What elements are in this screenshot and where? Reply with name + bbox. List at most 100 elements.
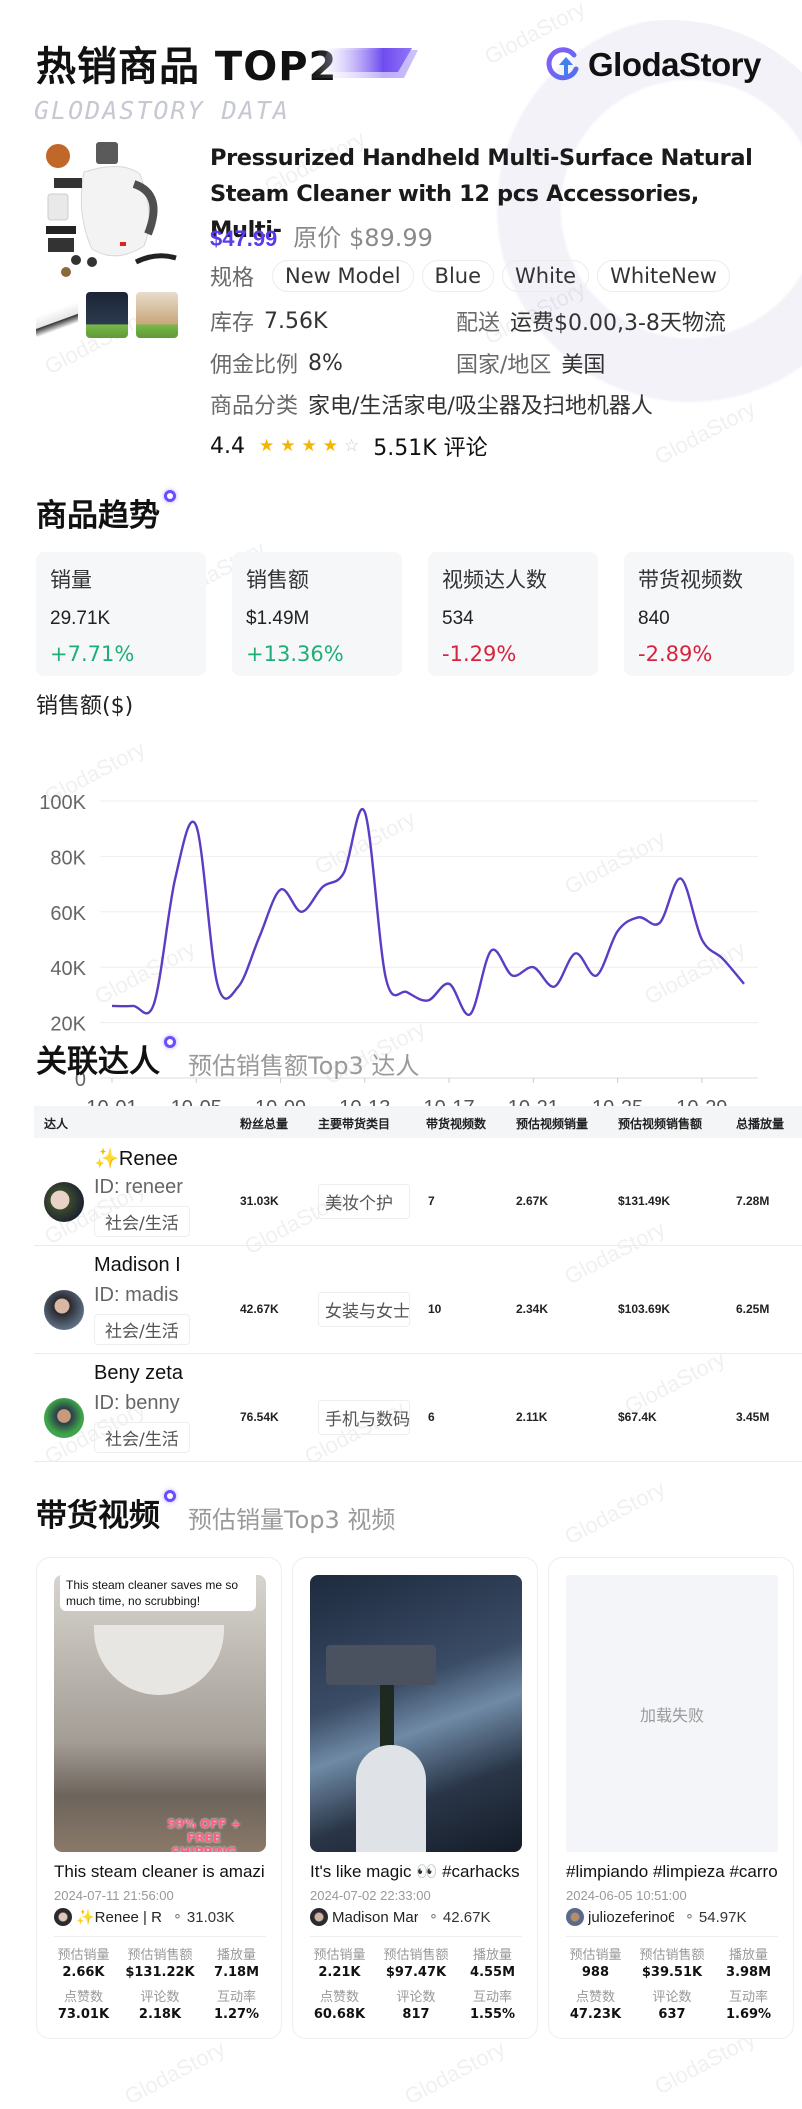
est-sales-value: 2.66K xyxy=(62,1965,105,1980)
column-header[interactable]: 粉丝总量 xyxy=(240,1115,288,1132)
commission-row: 佣金比例 8% xyxy=(210,347,343,379)
column-header[interactable]: 预估视频销售额 xyxy=(618,1115,702,1132)
stat-label: 评论数 xyxy=(652,1990,692,2005)
creator-avatar[interactable] xyxy=(44,1182,84,1222)
creator-name[interactable]: Beny zeta xyxy=(94,1362,186,1385)
region-row: 国家/地区 美国 xyxy=(456,347,605,379)
video-card[interactable]: It's like magic 👀 #carhacks 2024-07-02 2… xyxy=(292,1557,538,2039)
page-subtitle: GLODASTORY DATA xyxy=(34,96,290,125)
est-sales-value: 2.21K xyxy=(318,1965,361,1980)
data-point xyxy=(405,990,409,994)
category-row: 商品分类 家电/生活家电/吸尘器及扫地机器人 xyxy=(210,388,653,420)
video-title[interactable]: It's like magic 👀 #carhacks xyxy=(310,1862,522,1882)
creator-row[interactable]: Madison I ID: madis 社会/生活 42.67K 女装与女士 1… xyxy=(34,1246,802,1354)
author-fans: ⚬ 42.67K xyxy=(428,1909,490,1926)
product-main-image[interactable] xyxy=(36,134,186,284)
creator-plays: 7.28M xyxy=(736,1194,770,1208)
data-point xyxy=(363,810,367,814)
column-header[interactable]: 预估视频销量 xyxy=(516,1115,588,1132)
product-thumbnail[interactable] xyxy=(86,292,128,338)
cover-caption-bottom: 59% OFF + FREE SHIPPING xyxy=(167,1817,241,1852)
creator-id: ID: benny xyxy=(94,1392,180,1414)
author-name[interactable]: juliozeferino6 xyxy=(588,1909,674,1926)
spec-option[interactable]: Blue xyxy=(421,260,495,292)
spec-label: 规格 xyxy=(210,266,255,291)
star-empty-icon: ☆ xyxy=(344,436,360,456)
creator-videos: 10 xyxy=(428,1302,442,1316)
creator-tag: 社会/生活 xyxy=(94,1422,190,1453)
likes-value: 47.23K xyxy=(569,2007,622,2022)
video-title[interactable]: This steam cleaner is amazi xyxy=(54,1862,266,1882)
creator-avatar[interactable] xyxy=(44,1398,84,1438)
video-card[interactable]: 加载失败 #limpiando #limpieza #carro 2024-06… xyxy=(548,1557,794,2039)
author-avatar[interactable] xyxy=(310,1908,328,1926)
watermark-text: GlodaStory xyxy=(120,2035,230,2109)
column-header[interactable]: 主要带货类目 xyxy=(318,1115,390,1132)
region-label: 国家/地区 xyxy=(456,353,552,378)
y-tick-label: 100K xyxy=(39,792,86,814)
creator-name[interactable]: ✨Renee xyxy=(94,1146,186,1171)
y-tick-label: 80K xyxy=(50,847,86,869)
author-avatar[interactable] xyxy=(54,1908,72,1926)
author-avatar[interactable] xyxy=(566,1908,584,1926)
creator-videos: 6 xyxy=(428,1410,435,1424)
spec-option[interactable]: New Model xyxy=(272,260,414,292)
data-point xyxy=(679,877,683,881)
creators-table-header: 达人 粉丝总量 主要带货类目 带货视频数 预估视频销量 预估视频销售额 总播放量 xyxy=(34,1106,802,1138)
brand-logo: GlodaStory xyxy=(546,46,761,84)
data-point xyxy=(257,935,261,939)
engagement-value: 1.69% xyxy=(725,2007,772,2022)
user-icon: ⚬ xyxy=(428,1909,439,1924)
video-stats: 预估销量 预估销售额 播放量 2.66K $131.22K 7.18M 点赞数 … xyxy=(47,1944,273,2026)
category-value: 家电/生活家电/吸尘器及扫地机器人 xyxy=(308,394,653,419)
watermark-text: GlodaStory xyxy=(400,2035,510,2109)
stat-label: 销量 xyxy=(50,568,92,592)
column-header[interactable]: 总播放量 xyxy=(736,1115,784,1132)
star-filled-icon: ★ xyxy=(259,436,275,456)
review-count: 5.51K 评论 xyxy=(373,436,488,461)
product-thumbnail[interactable] xyxy=(36,292,78,338)
est-revenue-value: $97.47K xyxy=(385,1965,447,1980)
videos-section-title: 带货视频 xyxy=(36,1498,160,1534)
video-cover[interactable] xyxy=(310,1575,522,1852)
engagement-value: 1.27% xyxy=(213,2007,260,2022)
column-header[interactable]: 带货视频数 xyxy=(426,1115,486,1132)
shipping-row: 配送 运费$0.00,3-8天物流 xyxy=(456,305,726,337)
divider xyxy=(54,1936,266,1937)
video-cover[interactable]: This steam cleaner saves me so much time… xyxy=(54,1575,266,1852)
stat-label: 预估销量 xyxy=(569,1948,622,1963)
videos-section-subtitle: 预估销量Top3 视频 xyxy=(188,1506,396,1534)
author-name[interactable]: Madison Mars xyxy=(332,1909,418,1926)
video-cover-failed[interactable]: 加载失败 xyxy=(566,1575,778,1852)
plays-value: 7.18M xyxy=(214,1965,260,1980)
shipping-value: 运费$0.00,3-8天物流 xyxy=(510,311,726,336)
creator-category: 女装与女士 xyxy=(318,1292,410,1327)
column-header[interactable]: 达人 xyxy=(44,1115,68,1132)
creator-name[interactable]: Madison I xyxy=(94,1254,186,1277)
stat-label: 点赞数 xyxy=(63,1990,103,2005)
current-price: $47.99 xyxy=(210,226,278,251)
stat-label: 播放量 xyxy=(217,1948,257,1963)
creator-fans: 42.67K xyxy=(240,1302,279,1316)
creator-avatar[interactable] xyxy=(44,1290,84,1330)
stock-value: 7.56K xyxy=(264,308,328,334)
stat-label: 互动率 xyxy=(473,1990,513,2005)
plays-value: 4.55M xyxy=(470,1965,516,1980)
est-revenue-value: $39.51K xyxy=(641,1965,703,1980)
author-name[interactable]: ✨Renee | Ra xyxy=(76,1908,162,1926)
creator-est-sales: 2.11K xyxy=(516,1410,548,1424)
product-thumbnail[interactable] xyxy=(136,292,178,338)
video-title[interactable]: #limpiando #limpieza #carro xyxy=(566,1862,778,1882)
cover-shape xyxy=(356,1745,426,1852)
video-card[interactable]: This steam cleaner saves me so much time… xyxy=(36,1557,282,2039)
original-price: 原价 $89.99 xyxy=(293,218,433,253)
watermark-text: GlodaStory xyxy=(560,1475,670,1550)
original-price-label: 原价 xyxy=(293,224,342,252)
spec-option[interactable]: White xyxy=(502,260,590,292)
spec-option[interactable]: WhiteNew xyxy=(597,260,730,292)
creator-row[interactable]: Beny zeta ID: benny 社会/生活 76.54K 手机与数码 6… xyxy=(34,1354,802,1462)
category-label: 商品分类 xyxy=(210,394,299,419)
author-fans-value: 31.03K xyxy=(186,1908,235,1926)
creator-est-revenue: $131.49K xyxy=(618,1194,671,1208)
creator-row[interactable]: ✨Renee ID: reneer 社会/生活 31.03K 美妆个护 7 2.… xyxy=(34,1138,802,1246)
